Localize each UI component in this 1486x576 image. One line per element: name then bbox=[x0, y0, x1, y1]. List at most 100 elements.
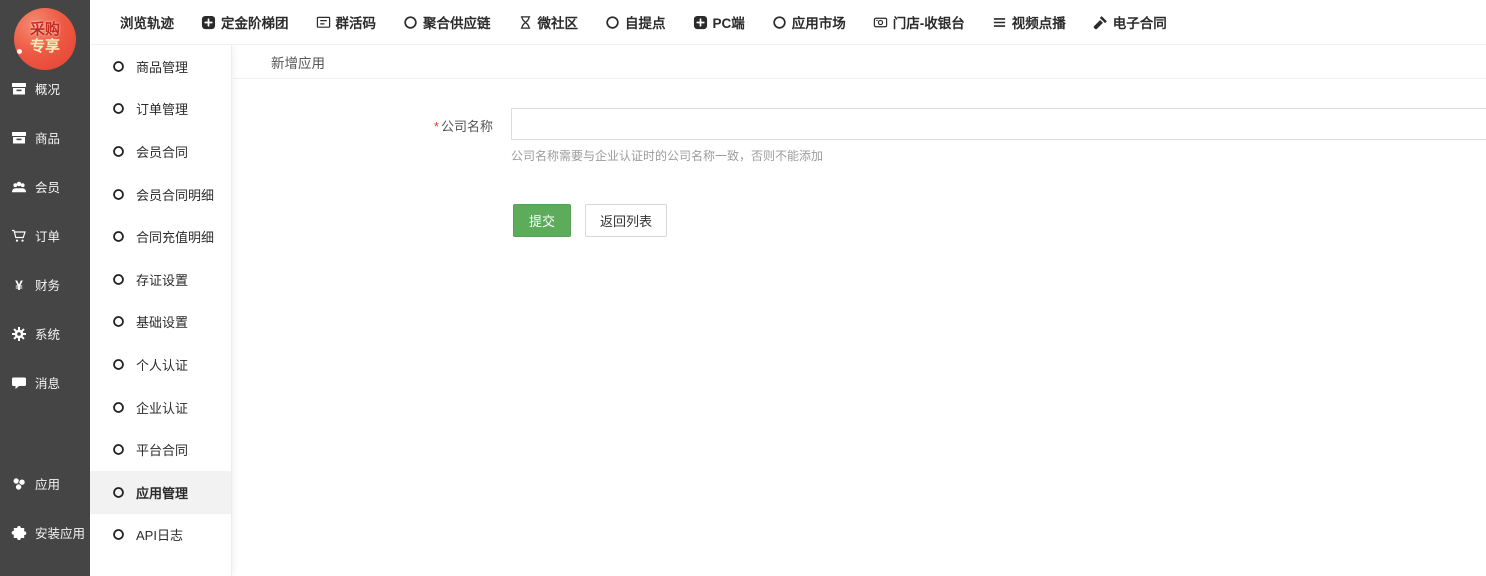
secondary-sidebar-item-label: 个人认证 bbox=[136, 355, 188, 374]
secondary-sidebar-item[interactable]: API日志 bbox=[90, 514, 231, 557]
form-actions: 提交 返回列表 bbox=[513, 204, 1486, 237]
circle-icon bbox=[772, 15, 787, 30]
svg-text:¥: ¥ bbox=[15, 277, 23, 293]
topnav-item[interactable]: PC端 bbox=[693, 12, 745, 32]
secondary-sidebar-item-label: 会员合同 bbox=[136, 142, 188, 161]
topnav-item[interactable]: 门店-收银台 bbox=[873, 12, 965, 32]
main-content: 新增应用 *公司名称 公司名称需要与企业认证时的公司名称一致，否则不能添加 提交… bbox=[233, 45, 1486, 576]
secondary-sidebar-item-label: 平台合同 bbox=[136, 440, 188, 459]
topnav-item[interactable]: 电子合同 bbox=[1093, 12, 1167, 32]
topnav-item[interactable]: 聚合供应链 bbox=[403, 12, 491, 32]
radio-circle-icon bbox=[112, 528, 125, 541]
topnav-item-label: 微社区 bbox=[538, 12, 579, 32]
submit-button[interactable]: 提交 bbox=[513, 204, 571, 237]
logo-text-line1: 采购 bbox=[30, 22, 60, 39]
topnav-item[interactable]: 视频点播 bbox=[992, 12, 1066, 32]
primary-sidebar-item[interactable]: ¥ 财务 bbox=[0, 260, 90, 309]
puzzle-icon bbox=[11, 525, 27, 541]
secondary-sidebar-item[interactable]: 会员合同 bbox=[90, 130, 231, 173]
topnav-item-label: 自提点 bbox=[625, 12, 666, 32]
radio-circle-icon bbox=[112, 401, 125, 414]
topnav-item-label: 视频点播 bbox=[1012, 12, 1066, 32]
topnav-item-label: 应用市场 bbox=[792, 12, 846, 32]
primary-sidebar-item[interactable]: 订单 bbox=[0, 211, 90, 260]
secondary-sidebar-item[interactable]: 应用管理 bbox=[90, 471, 231, 514]
primary-sidebar-item-label: 财务 bbox=[35, 275, 60, 294]
secondary-sidebar-item-label: 应用管理 bbox=[136, 483, 188, 502]
topnav-item-label: 电子合同 bbox=[1113, 12, 1167, 32]
yen-icon: ¥ bbox=[11, 277, 27, 293]
top-nav-bar: 浏览轨迹 定金阶梯团 群活码 聚合供应链 微社区 自提点 PC端 应用市场 门店… bbox=[90, 0, 1486, 45]
circle-icon bbox=[605, 15, 620, 30]
topnav-item[interactable]: 自提点 bbox=[605, 12, 666, 32]
back-to-list-button[interactable]: 返回列表 bbox=[585, 204, 667, 237]
primary-sidebar-item[interactable]: 消息 bbox=[0, 358, 90, 407]
plus-square-icon bbox=[693, 15, 708, 30]
store-logo[interactable]: 采购 专享 bbox=[14, 8, 76, 70]
topnav-item[interactable]: 微社区 bbox=[518, 12, 579, 32]
radio-circle-icon bbox=[112, 60, 125, 73]
topnav-item-label: 聚合供应链 bbox=[423, 12, 491, 32]
apps-icon bbox=[11, 476, 27, 492]
gears-icon bbox=[11, 326, 27, 342]
secondary-sidebar-item-label: 会员合同明细 bbox=[136, 185, 214, 204]
secondary-sidebar-item-label: 基础设置 bbox=[136, 312, 188, 331]
company-name-label: *公司名称 bbox=[233, 108, 493, 140]
primary-sidebar-item[interactable]: 统计 bbox=[0, 557, 90, 576]
logo-text-line2: 专享 bbox=[30, 39, 60, 56]
primary-sidebar-nav: 概况 商品 会员 订单 ¥ 财务 系统 消息 应用 安装应用 统计 bbox=[0, 64, 90, 576]
primary-sidebar-item[interactable]: 系统 bbox=[0, 309, 90, 358]
primary-sidebar-item[interactable]: 概况 bbox=[0, 64, 90, 113]
radio-circle-icon bbox=[112, 358, 125, 371]
cart-icon bbox=[11, 228, 27, 244]
secondary-sidebar-item-label: 企业认证 bbox=[136, 398, 188, 417]
primary-sidebar-item[interactable]: 应用 bbox=[0, 459, 90, 508]
secondary-sidebar: 商品管理 订单管理 会员合同 会员合同明细 合同充值明细 存证设置 基础设置 个… bbox=[90, 45, 232, 576]
primary-sidebar-item[interactable]: 商品 bbox=[0, 113, 90, 162]
circle-icon bbox=[403, 15, 418, 30]
box-icon bbox=[11, 81, 27, 97]
primary-sidebar-item-label: 应用 bbox=[35, 474, 60, 493]
page-title-text: 新增应用 bbox=[271, 52, 325, 72]
topnav-item[interactable]: 定金阶梯团 bbox=[201, 12, 289, 32]
radio-circle-icon bbox=[112, 230, 125, 243]
primary-sidebar-item-label: 概况 bbox=[35, 79, 60, 98]
primary-sidebar-item-label: 系统 bbox=[35, 324, 60, 343]
required-asterisk: * bbox=[434, 119, 439, 134]
primary-sidebar-item-label: 商品 bbox=[35, 128, 60, 147]
primary-sidebar-item-label: 统计 bbox=[35, 572, 60, 576]
topnav-item[interactable]: 群活码 bbox=[316, 12, 377, 32]
secondary-sidebar-item[interactable]: 基础设置 bbox=[90, 301, 231, 344]
secondary-sidebar-item-label: API日志 bbox=[136, 525, 183, 544]
radio-circle-icon bbox=[112, 273, 125, 286]
primary-sidebar-item[interactable]: 安装应用 bbox=[0, 508, 90, 557]
topnav-item[interactable]: 应用市场 bbox=[772, 12, 846, 32]
radio-circle-icon bbox=[112, 188, 125, 201]
secondary-sidebar-item-label: 存证设置 bbox=[136, 270, 188, 289]
topnav-item-label: 门店-收银台 bbox=[893, 12, 965, 32]
topnav-item-label: 群活码 bbox=[336, 12, 377, 32]
secondary-sidebar-item[interactable]: 商品管理 bbox=[90, 45, 231, 88]
topnav-item[interactable]: 浏览轨迹 bbox=[120, 12, 174, 32]
radio-circle-icon bbox=[112, 443, 125, 456]
primary-sidebar-item[interactable]: 会员 bbox=[0, 162, 90, 211]
secondary-sidebar-item[interactable]: 个人认证 bbox=[90, 343, 231, 386]
primary-sidebar-item-label: 会员 bbox=[35, 177, 60, 196]
secondary-sidebar-item[interactable]: 平台合同 bbox=[90, 428, 231, 471]
primary-sidebar-item-label: 订单 bbox=[35, 226, 60, 245]
company-name-helper-text: 公司名称需要与企业认证时的公司名称一致，否则不能添加 bbox=[511, 147, 1486, 164]
radio-circle-icon bbox=[112, 102, 125, 115]
box-icon bbox=[11, 130, 27, 146]
secondary-sidebar-item[interactable]: 会员合同明细 bbox=[90, 173, 231, 216]
company-name-input[interactable] bbox=[511, 108, 1486, 140]
gavel-icon bbox=[1093, 15, 1108, 30]
menu-lines-icon bbox=[992, 15, 1007, 30]
page-title: 新增应用 bbox=[233, 45, 1486, 79]
radio-circle-icon bbox=[112, 145, 125, 158]
radio-circle-icon bbox=[112, 486, 125, 499]
secondary-sidebar-item[interactable]: 企业认证 bbox=[90, 386, 231, 429]
radio-circle-icon bbox=[112, 315, 125, 328]
secondary-sidebar-item[interactable]: 订单管理 bbox=[90, 88, 231, 131]
secondary-sidebar-item[interactable]: 合同充值明细 bbox=[90, 215, 231, 258]
secondary-sidebar-item[interactable]: 存证设置 bbox=[90, 258, 231, 301]
